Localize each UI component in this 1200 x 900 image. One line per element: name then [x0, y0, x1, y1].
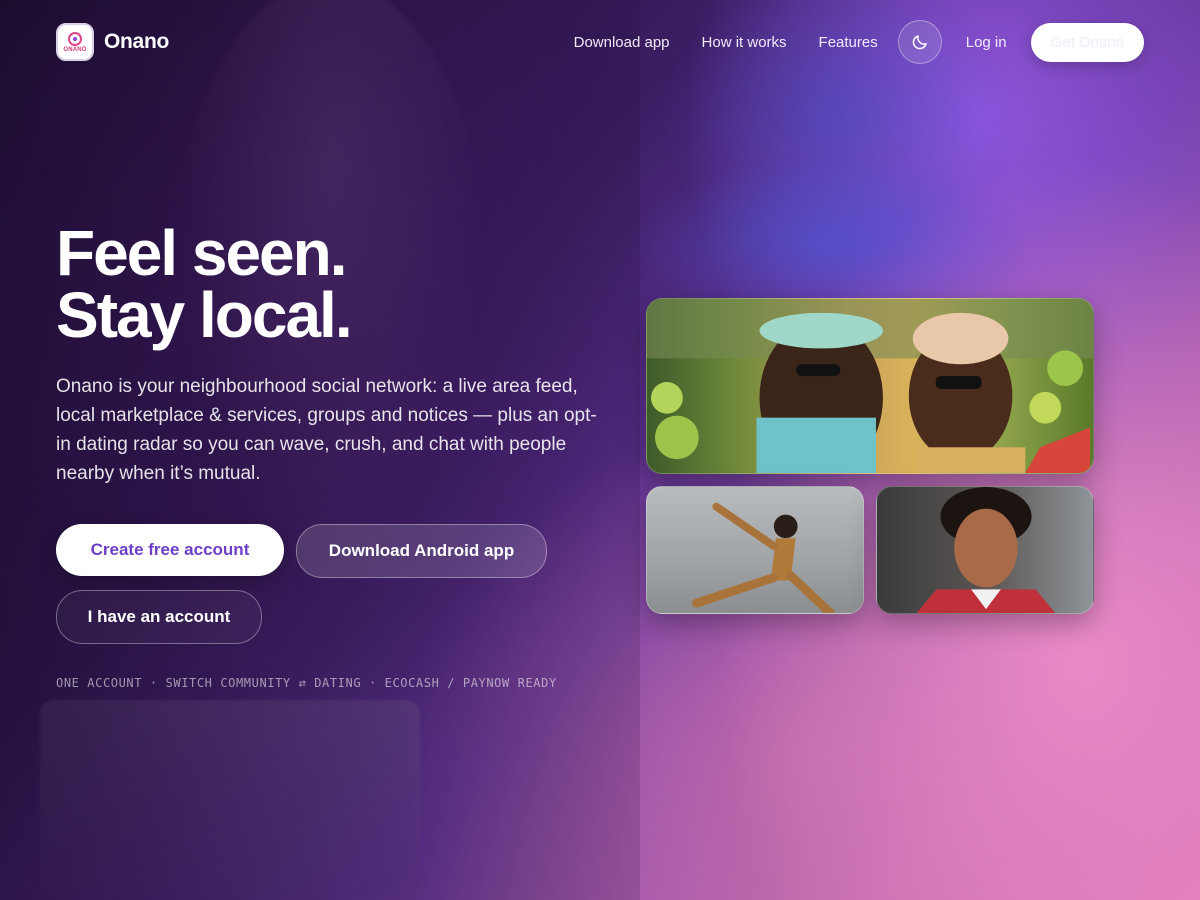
have-account-button[interactable]: I have an account	[56, 590, 262, 644]
main-nav: Download app How it works Features Log i…	[574, 20, 1144, 64]
photo-market-friends	[646, 298, 1094, 474]
brand-logo[interactable]: ONANO Onano	[56, 23, 169, 61]
photo-dancer	[646, 486, 864, 614]
hero-title-line-1: Feel seen.	[56, 217, 347, 289]
download-android-button[interactable]: Download Android app	[296, 524, 547, 578]
hero-description: Onano is your neighbourhood social netwo…	[56, 376, 597, 484]
site-header: ONANO Onano Download app How it works Fe…	[0, 0, 1200, 84]
login-link[interactable]: Log in	[966, 34, 1007, 51]
nav-how-it-works[interactable]: How it works	[702, 34, 787, 51]
theme-toggle-button[interactable]	[897, 20, 942, 64]
moon-icon	[912, 35, 927, 50]
hero-title-line-2: Stay local.	[56, 279, 353, 351]
create-account-button[interactable]: Create free account	[56, 524, 284, 576]
nav-download-app[interactable]: Download app	[574, 34, 670, 51]
hero-title: Feel seen. Stay local.	[56, 217, 353, 351]
nav-features[interactable]: Features	[819, 34, 878, 51]
photo-portrait	[876, 486, 1094, 614]
feature-tagline: ONE ACCOUNT · SWITCH COMMUNITY ⇄ DATING …	[56, 676, 557, 690]
logo-badge-icon: ONANO	[56, 23, 94, 61]
get-onano-button[interactable]: Get Onano	[1030, 22, 1144, 62]
logo-badge-text: ONANO	[63, 46, 87, 53]
logo-ring-icon	[68, 31, 82, 46]
brand-name: Onano	[104, 30, 169, 53]
